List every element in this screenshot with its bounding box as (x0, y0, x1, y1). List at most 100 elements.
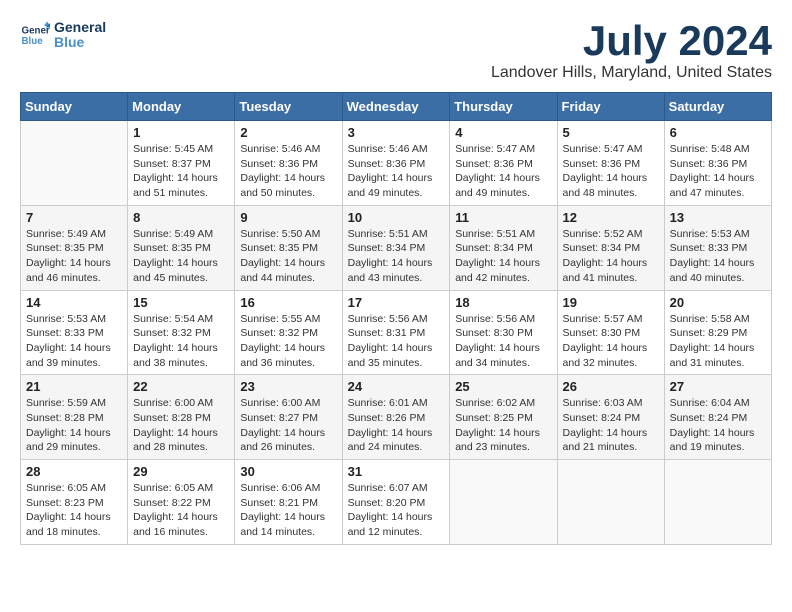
day-number: 11 (455, 210, 551, 225)
calendar-cell (450, 460, 557, 545)
weekday-header: Saturday (664, 93, 771, 121)
day-info: Sunrise: 5:57 AM Sunset: 8:30 PM Dayligh… (563, 312, 659, 371)
day-number: 1 (133, 125, 229, 140)
day-info: Sunrise: 5:55 AM Sunset: 8:32 PM Dayligh… (240, 312, 336, 371)
calendar-cell: 25 Sunrise: 6:02 AM Sunset: 8:25 PM Dayli… (450, 375, 557, 460)
calendar-week-row: 21 Sunrise: 5:59 AM Sunset: 8:28 PM Dayli… (21, 375, 772, 460)
day-number: 12 (563, 210, 659, 225)
calendar-cell: 10 Sunrise: 5:51 AM Sunset: 8:34 PM Dayli… (342, 205, 450, 290)
calendar-cell: 29 Sunrise: 6:05 AM Sunset: 8:22 PM Dayli… (128, 460, 235, 545)
day-info: Sunrise: 5:59 AM Sunset: 8:28 PM Dayligh… (26, 396, 122, 455)
logo-icon: General Blue (20, 20, 50, 50)
calendar-cell: 7Sunrise: 5:49 AM Sunset: 8:35 PM Daylig… (21, 205, 128, 290)
day-number: 17 (348, 295, 445, 310)
day-info: Sunrise: 5:51 AM Sunset: 8:34 PM Dayligh… (455, 227, 551, 286)
day-number: 15 (133, 295, 229, 310)
calendar-cell: 1 Sunrise: 5:45 AM Sunset: 8:37 PM Daylig… (128, 121, 235, 206)
day-number: 24 (348, 379, 445, 394)
day-number: 4 (455, 125, 551, 140)
calendar-week-row: 1 Sunrise: 5:45 AM Sunset: 8:37 PM Daylig… (21, 121, 772, 206)
calendar-cell: 5 Sunrise: 5:47 AM Sunset: 8:36 PM Daylig… (557, 121, 664, 206)
location-title: Landover Hills, Maryland, United States (491, 64, 772, 82)
day-number: 27 (670, 379, 766, 394)
day-info: Sunrise: 5:50 AM Sunset: 8:35 PM Dayligh… (240, 227, 336, 286)
day-info: Sunrise: 5:53 AM Sunset: 8:33 PM Dayligh… (670, 227, 766, 286)
day-info: Sunrise: 5:46 AM Sunset: 8:36 PM Dayligh… (348, 142, 445, 201)
calendar-cell: 24Sunrise: 6:01 AM Sunset: 8:26 PM Dayli… (342, 375, 450, 460)
day-info: Sunrise: 5:51 AM Sunset: 8:34 PM Dayligh… (348, 227, 445, 286)
page-header: General Blue General Blue July 2024 Land… (20, 20, 772, 82)
day-number: 25 (455, 379, 551, 394)
calendar-cell (21, 121, 128, 206)
calendar-cell: 18 Sunrise: 5:56 AM Sunset: 8:30 PM Dayli… (450, 290, 557, 375)
calendar-cell: 4Sunrise: 5:47 AM Sunset: 8:36 PM Daylig… (450, 121, 557, 206)
day-number: 30 (240, 464, 336, 479)
day-info: Sunrise: 6:02 AM Sunset: 8:25 PM Dayligh… (455, 396, 551, 455)
day-number: 14 (26, 295, 122, 310)
day-number: 8 (133, 210, 229, 225)
calendar-cell: 12 Sunrise: 5:52 AM Sunset: 8:34 PM Dayli… (557, 205, 664, 290)
title-area: July 2024 Landover Hills, Maryland, Unit… (491, 20, 772, 82)
day-number: 2 (240, 125, 336, 140)
calendar-cell: 17 Sunrise: 5:56 AM Sunset: 8:31 PM Dayli… (342, 290, 450, 375)
day-number: 10 (348, 210, 445, 225)
calendar-cell: 30 Sunrise: 6:06 AM Sunset: 8:21 PM Dayli… (235, 460, 342, 545)
calendar-cell: 2 Sunrise: 5:46 AM Sunset: 8:36 PM Daylig… (235, 121, 342, 206)
calendar-cell: 26 Sunrise: 6:03 AM Sunset: 8:24 PM Dayli… (557, 375, 664, 460)
day-info: Sunrise: 6:00 AM Sunset: 8:27 PM Dayligh… (240, 396, 336, 455)
day-info: Sunrise: 6:04 AM Sunset: 8:24 PM Dayligh… (670, 396, 766, 455)
day-info: Sunrise: 5:58 AM Sunset: 8:29 PM Dayligh… (670, 312, 766, 371)
day-info: Sunrise: 6:07 AM Sunset: 8:20 PM Dayligh… (348, 481, 445, 540)
calendar-cell: 14Sunrise: 5:53 AM Sunset: 8:33 PM Dayli… (21, 290, 128, 375)
calendar-cell (664, 460, 771, 545)
calendar-cell (557, 460, 664, 545)
day-info: Sunrise: 5:56 AM Sunset: 8:30 PM Dayligh… (455, 312, 551, 371)
day-info: Sunrise: 5:54 AM Sunset: 8:32 PM Dayligh… (133, 312, 229, 371)
calendar-header: SundayMondayTuesdayWednesdayThursdayFrid… (21, 93, 772, 121)
day-info: Sunrise: 5:45 AM Sunset: 8:37 PM Dayligh… (133, 142, 229, 201)
day-info: Sunrise: 6:00 AM Sunset: 8:28 PM Dayligh… (133, 396, 229, 455)
calendar-cell: 11 Sunrise: 5:51 AM Sunset: 8:34 PM Dayli… (450, 205, 557, 290)
day-info: Sunrise: 5:49 AM Sunset: 8:35 PM Dayligh… (133, 227, 229, 286)
day-info: Sunrise: 6:03 AM Sunset: 8:24 PM Dayligh… (563, 396, 659, 455)
calendar-cell: 15 Sunrise: 5:54 AM Sunset: 8:32 PM Dayli… (128, 290, 235, 375)
weekday-header: Monday (128, 93, 235, 121)
calendar-cell: 28Sunrise: 6:05 AM Sunset: 8:23 PM Dayli… (21, 460, 128, 545)
day-info: Sunrise: 5:46 AM Sunset: 8:36 PM Dayligh… (240, 142, 336, 201)
calendar-cell: 31 Sunrise: 6:07 AM Sunset: 8:20 PM Dayli… (342, 460, 450, 545)
calendar-week-row: 7 Sunrise: 5:49 AM Sunset: 8:35 PM Daylig… (21, 205, 772, 290)
calendar-cell: 8 Sunrise: 5:49 AM Sunset: 8:35 PM Daylig… (128, 205, 235, 290)
day-number: 7 (26, 210, 122, 225)
day-number: 5 (563, 125, 659, 140)
calendar-body: 1 Sunrise: 5:45 AM Sunset: 8:37 PM Daylig… (21, 121, 772, 545)
day-number: 13 (670, 210, 766, 225)
calendar-cell: 9Sunrise: 5:50 AM Sunset: 8:35 PM Daylig… (235, 205, 342, 290)
day-info: Sunrise: 6:05 AM Sunset: 8:22 PM Dayligh… (133, 481, 229, 540)
calendar-cell: 21 Sunrise: 5:59 AM Sunset: 8:28 PM Dayli… (21, 375, 128, 460)
day-number: 26 (563, 379, 659, 394)
calendar-week-row: 14Sunrise: 5:53 AM Sunset: 8:33 PM Dayli… (21, 290, 772, 375)
day-number: 6 (670, 125, 766, 140)
day-number: 29 (133, 464, 229, 479)
logo: General Blue General Blue (20, 20, 106, 51)
calendar-cell: 19Sunrise: 5:57 AM Sunset: 8:30 PM Dayli… (557, 290, 664, 375)
day-number: 31 (348, 464, 445, 479)
calendar-cell: 13 Sunrise: 5:53 AM Sunset: 8:33 PM Dayli… (664, 205, 771, 290)
day-number: 18 (455, 295, 551, 310)
calendar-cell: 3Sunrise: 5:46 AM Sunset: 8:36 PM Daylig… (342, 121, 450, 206)
svg-text:General: General (22, 26, 51, 37)
weekday-header: Thursday (450, 93, 557, 121)
calendar-cell: 27 Sunrise: 6:04 AM Sunset: 8:24 PM Dayli… (664, 375, 771, 460)
weekday-header: Sunday (21, 93, 128, 121)
day-number: 23 (240, 379, 336, 394)
day-number: 20 (670, 295, 766, 310)
day-info: Sunrise: 5:47 AM Sunset: 8:36 PM Dayligh… (563, 142, 659, 201)
day-number: 22 (133, 379, 229, 394)
day-info: Sunrise: 5:56 AM Sunset: 8:31 PM Dayligh… (348, 312, 445, 371)
day-info: Sunrise: 6:06 AM Sunset: 8:21 PM Dayligh… (240, 481, 336, 540)
day-info: Sunrise: 5:52 AM Sunset: 8:34 PM Dayligh… (563, 227, 659, 286)
weekday-header: Friday (557, 93, 664, 121)
logo-text-blue: Blue (54, 35, 106, 50)
day-number: 21 (26, 379, 122, 394)
day-info: Sunrise: 5:48 AM Sunset: 8:36 PM Dayligh… (670, 142, 766, 201)
